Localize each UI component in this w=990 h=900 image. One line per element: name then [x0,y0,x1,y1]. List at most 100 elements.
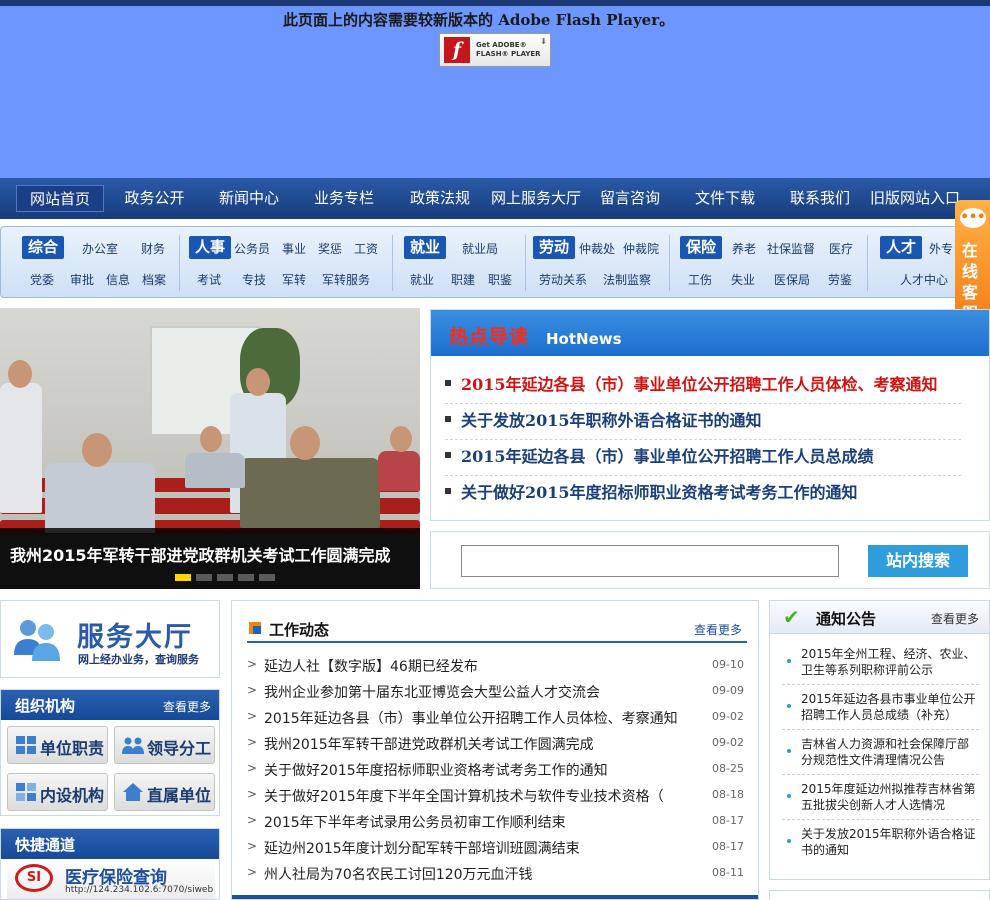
category-link[interactable]: 职建 [451,271,475,288]
category-link[interactable]: 人才中心 [900,271,948,288]
hotnews-item[interactable]: 2015年延边各县（市）事业单位公开招聘工作人员总成绩 [445,440,961,476]
category-link[interactable]: 公务员 [234,240,270,257]
grid-icon [16,736,36,754]
list-item[interactable]: > 2015年下半年考试录用公务员初审工作顺利结束 08-17 [247,809,744,835]
nav-consult[interactable]: 留言咨询 [588,185,672,212]
category-labor-title[interactable]: 劳动 [533,236,576,259]
list-item[interactable]: > 州人社局为70名农民工讨回120万元血汗钱 08-11 [247,861,744,887]
hotnews-link[interactable]: 2015年延边各县（市）事业单位公开招聘工作人员总成绩 [461,443,874,467]
work-news-link[interactable]: 2015年下半年考试录用公务员初审工作顺利结束 [264,812,566,832]
category-personnel-title[interactable]: 人事 [189,236,232,259]
hotnews-link[interactable]: 2015年延边各县（市）事业单位公开招聘工作人员体检、考察通知 [461,371,938,395]
category-insurance-title[interactable]: 保险 [680,236,723,259]
nav-gov-affairs[interactable]: 政务公开 [112,185,197,212]
leader-division-button[interactable]: 领导分工 [114,726,215,764]
work-news-link[interactable]: 延边人社【数字版】46期已经发布 [264,656,478,676]
list-item[interactable]: > 关于做好2015年度下半年全国计算机技术与软件专业技术资格（ 08-18 [247,783,744,809]
work-news-link[interactable]: 关于做好2015年度下半年全国计算机技术与软件专业技术资格（ [264,786,664,806]
slide-dot-5[interactable] [259,574,275,581]
slideshow-caption[interactable]: 我州2015年军转干部进党政群机关考试工作圆满完成 [10,542,391,566]
category-link[interactable]: 工资 [354,240,378,257]
category-link[interactable]: 医保局 [774,271,810,288]
category-link[interactable]: 外专 [929,240,953,257]
category-link[interactable]: 就业局 [462,240,498,257]
category-link[interactable]: 财务 [141,240,165,257]
notice-link[interactable]: 吉林省人力资源和社会保障厅部分规范性文件清理情况公告 [801,736,977,768]
category-link[interactable]: 失业 [731,271,755,288]
list-item[interactable]: > 我州企业参加第十届东北亚博览会大型公益人才交流会 09-09 [247,679,744,705]
list-item[interactable]: > 延边州2015年度计划分配军转干部培训班圆满结束 08-17 [247,835,744,861]
category-link[interactable]: 医疗 [829,240,853,257]
category-link[interactable]: 事业 [282,240,306,257]
list-item[interactable]: > 2015年延边各县（市）事业单位公开招聘工作人员体检、考察通知 09-02 [247,705,744,731]
internal-dept-button[interactable]: 内设机构 [7,773,108,811]
work-news-link[interactable]: 我州2015年军转干部进党政群机关考试工作圆满完成 [264,734,594,754]
flash-button-line1: Get ADOBE® [476,41,527,49]
category-employment-title[interactable]: 就业 [404,236,447,259]
slide-dot-3[interactable] [217,574,233,581]
category-link[interactable]: 信息 [106,271,130,288]
notice-link[interactable]: 2015年延边各县市事业单位公开招聘工作人员总成绩（补充） [801,691,977,723]
category-general-title[interactable]: 综合 [22,236,65,259]
slide-dot-4[interactable] [238,574,254,581]
nav-home[interactable]: 网站首页 [16,185,104,212]
notice-link[interactable]: 2015年全州工程、经济、农业、卫生等系列职称评前公示 [801,646,977,678]
search-button[interactable]: 站内搜索 [868,545,968,577]
nav-old-site[interactable]: 旧版网站入口 [866,185,964,212]
category-link[interactable]: 劳鉴 [828,271,852,288]
work-news-link[interactable]: 州人社局为70名农民工讨回120万元血汗钱 [264,864,533,884]
affiliated-units-button[interactable]: 直属单位 [114,773,215,811]
category-link[interactable]: 社保监督 [767,240,815,257]
slide-dot-1[interactable] [175,574,191,581]
notice-link[interactable]: 2015年度延边州拟推荐吉林省第五批拔尖创新人才人选情况 [801,781,977,813]
list-item[interactable]: > 关于做好2015年度招标师职业资格考试考务工作的通知 08-25 [247,757,744,783]
work-news-link[interactable]: 我州企业参加第十届东北亚博览会大型公益人才交流会 [264,682,600,702]
get-flash-button[interactable]: f Get ADOBE® FLASH® PLAYER ⬇ [439,33,551,67]
notice-more-link[interactable]: 查看更多 [931,610,979,627]
hotnews-item[interactable]: 关于做好2015年度招标师职业资格考试考务工作的通知 [445,476,961,512]
category-link[interactable]: 职鉴 [488,271,512,288]
category-link[interactable]: 奖惩 [318,240,342,257]
work-news-link[interactable]: 2015年延边各县（市）事业单位公开招聘工作人员体检、考察通知 [264,708,678,728]
category-link[interactable]: 法制监察 [603,271,651,288]
hotnews-item[interactable]: 关于发放2015年职称外语合格证书的通知 [445,404,961,440]
nav-online-service[interactable]: 网上服务大厅 [488,185,584,212]
work-news-more-link[interactable]: 查看更多 [694,621,742,638]
medical-insurance-link[interactable]: SI 医疗保险查询 http://124.234.102.6:7070/siwe… [7,861,215,899]
hotnews-link[interactable]: 关于发放2015年职称外语合格证书的通知 [461,407,762,431]
nav-news[interactable]: 新闻中心 [206,185,292,212]
category-link[interactable]: 专技 [242,271,266,288]
nav-contact[interactable]: 联系我们 [777,185,863,212]
category-talent-title[interactable]: 人才 [880,236,923,259]
work-news-link[interactable]: 延边州2015年度计划分配军转干部培训班圆满结束 [264,838,580,858]
unit-duties-button[interactable]: 单位职责 [7,726,108,764]
service-hall-banner[interactable]: 服务大厅 网上经办业务，查询服务 [0,600,220,678]
notice-link[interactable]: 关于发放2015年职称外语合格证书的通知 [801,826,977,858]
org-title: 组织机构 [15,697,76,715]
list-item[interactable]: > 我州2015年军转干部进党政群机关考试工作圆满完成 09-02 [247,731,744,757]
category-link[interactable]: 档案 [142,271,166,288]
category-link[interactable]: 军转 [282,271,306,288]
nav-policy[interactable]: 政策法规 [397,185,483,212]
category-link[interactable]: 办公室 [82,240,118,257]
category-link[interactable]: 仲裁处 [579,240,615,257]
nav-business[interactable]: 业务专栏 [301,185,387,212]
org-more-link[interactable]: 查看更多 [163,698,211,715]
category-link[interactable]: 军转服务 [322,271,370,288]
category-link[interactable]: 审批 [70,271,94,288]
category-link[interactable]: 工伤 [688,271,712,288]
hotnews-link[interactable]: 关于做好2015年度招标师职业资格考试考务工作的通知 [461,479,858,503]
category-link[interactable]: 就业 [410,271,434,288]
category-link[interactable]: 劳动关系 [539,271,587,288]
category-link[interactable]: 党委 [30,271,54,288]
search-input[interactable] [461,545,839,577]
list-item[interactable]: > 延边人社【数字版】46期已经发布 09-10 [247,653,744,679]
category-link[interactable]: 仲裁院 [623,240,659,257]
category-link[interactable]: 考试 [197,271,221,288]
slide-dot-2[interactable] [196,574,212,581]
work-news-link[interactable]: 关于做好2015年度招标师职业资格考试考务工作的通知 [264,760,608,780]
hotnews-item[interactable]: 2015年延边各县（市）事业单位公开招聘工作人员体检、考察通知 [445,368,961,404]
chevron-right-icon: > [247,787,258,801]
nav-download[interactable]: 文件下载 [682,185,768,212]
category-link[interactable]: 养老 [732,240,756,257]
